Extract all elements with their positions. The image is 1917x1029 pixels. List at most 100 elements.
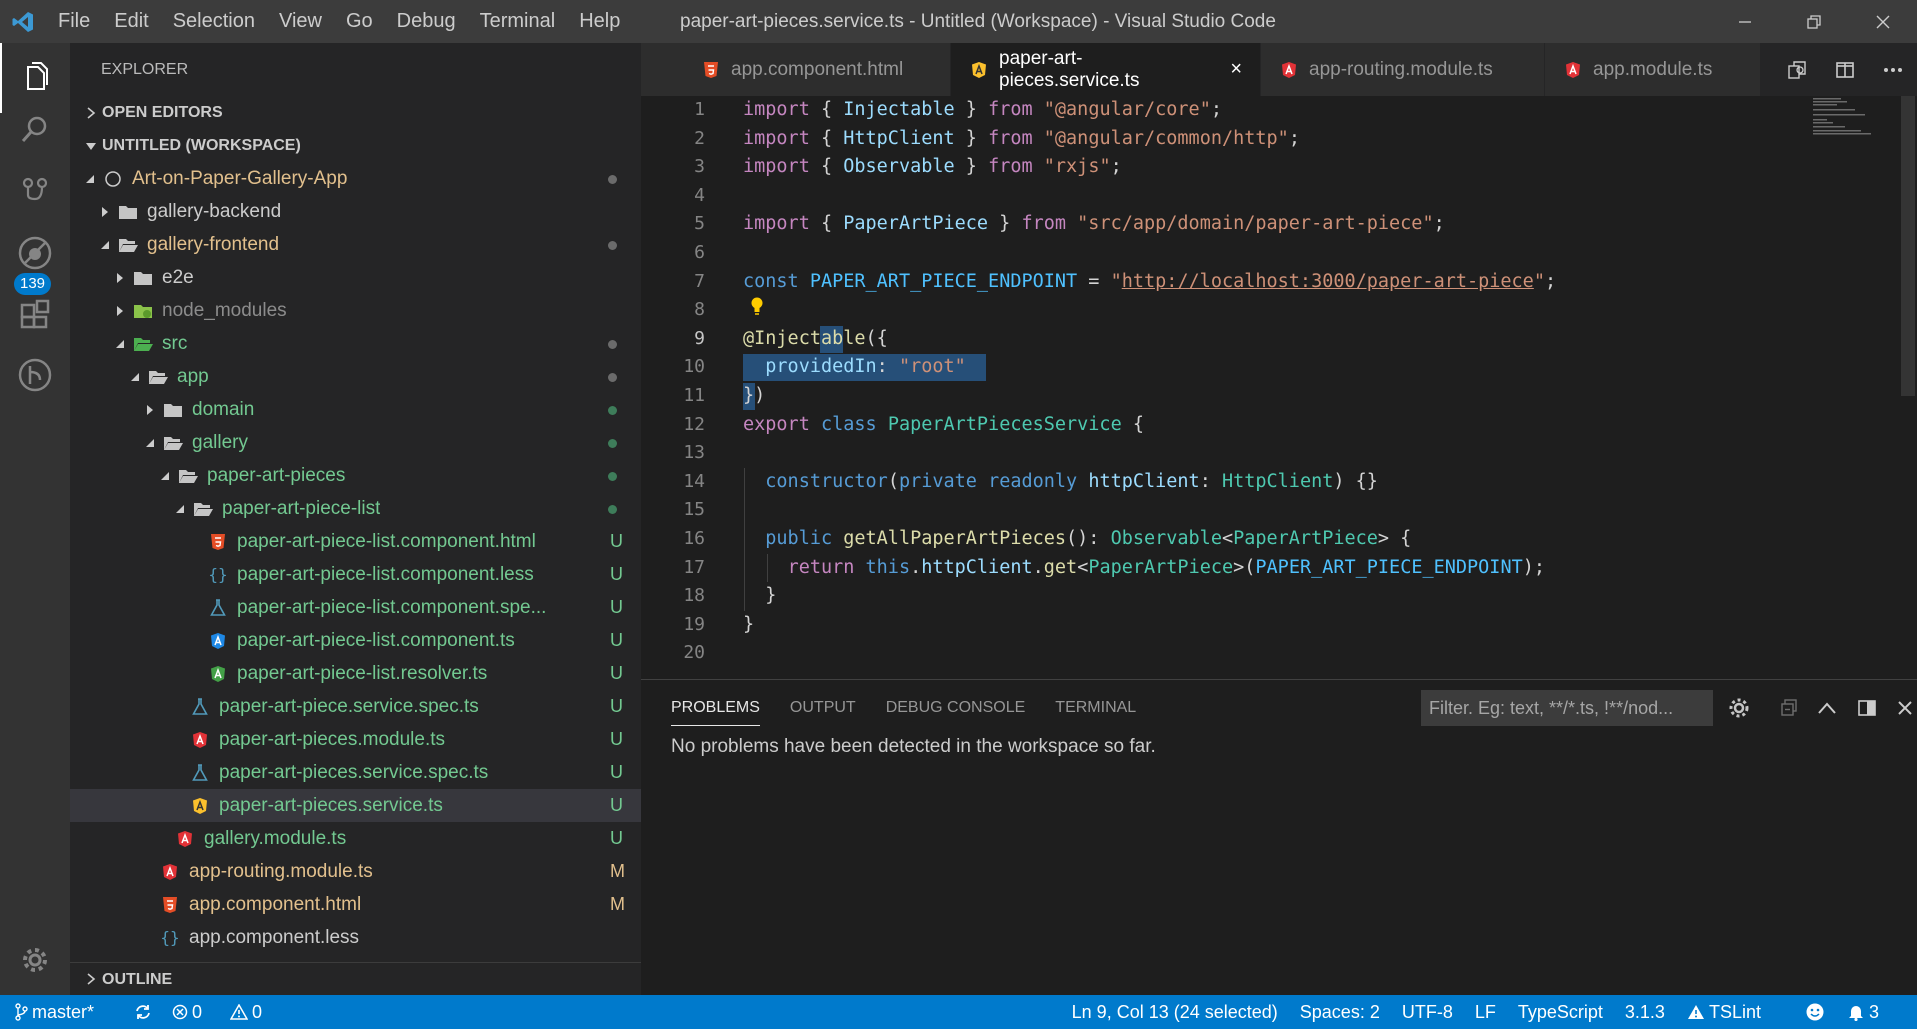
close-window-button[interactable] bbox=[1848, 0, 1917, 43]
menu-go[interactable]: Go bbox=[334, 0, 385, 43]
tab-app-routing-module[interactable]: app-routing.module.ts bbox=[1261, 43, 1545, 96]
tab-app-module[interactable]: app.module.ts bbox=[1545, 43, 1761, 96]
tree-item-folder[interactable]: app bbox=[70, 360, 641, 393]
git-status: U bbox=[610, 597, 623, 617]
tree-item-root-folder[interactable]: Art-on-Paper-Gallery-App bbox=[70, 162, 641, 195]
open-editors-section[interactable]: OPEN EDITORS bbox=[70, 96, 641, 129]
end-of-line[interactable]: LF bbox=[1475, 1002, 1496, 1023]
tree-item-folder[interactable]: domain bbox=[70, 393, 641, 426]
menu-file[interactable]: File bbox=[46, 0, 102, 43]
feedback-smiley-icon[interactable] bbox=[1805, 1002, 1825, 1022]
tree-item-file[interactable]: paper-art-pieces.service.spec.ts U bbox=[70, 756, 641, 789]
cursor-position[interactable]: Ln 9, Col 13 (24 selected) bbox=[1072, 1002, 1278, 1023]
tree-item-file[interactable]: paper-art-piece.service.spec.ts U bbox=[70, 690, 641, 723]
settings-gear-icon[interactable] bbox=[0, 925, 70, 995]
close-panel-icon[interactable] bbox=[1887, 690, 1917, 726]
lightbulb-icon[interactable] bbox=[749, 296, 765, 326]
code-editor[interactable]: 1 2 3 4 5 6 7 8 9 10 11 12 13 14 15 16 1… bbox=[641, 96, 1917, 679]
tree-item-file[interactable]: app.component.html M bbox=[70, 888, 641, 921]
tree-item-file[interactable]: paper-art-piece-list.component.ts U bbox=[70, 624, 641, 657]
tree-item-file[interactable]: paper-art-piece-list.resolver.ts U bbox=[70, 657, 641, 690]
search-icon[interactable] bbox=[0, 95, 70, 165]
tree-item-file[interactable]: {} app.component.less bbox=[70, 921, 641, 954]
warning-count: 0 bbox=[252, 1001, 263, 1022]
tree-item-file[interactable]: paper-art-pieces.module.ts U bbox=[70, 723, 641, 756]
branch-indicator[interactable]: master* bbox=[14, 1002, 114, 1023]
typescript-version[interactable]: 3.1.3 bbox=[1625, 1002, 1665, 1023]
angular-module-icon bbox=[174, 828, 196, 850]
editor-scrollbar[interactable] bbox=[1899, 96, 1917, 679]
tree-item-label: paper-art-pieces.service.spec.ts bbox=[219, 761, 489, 783]
menu-view[interactable]: View bbox=[267, 0, 334, 43]
tab-problems[interactable]: PROBLEMS bbox=[671, 680, 760, 736]
notifications-indicator[interactable]: 3 bbox=[1847, 1002, 1901, 1023]
language-mode[interactable]: TypeScript bbox=[1518, 1002, 1603, 1023]
workspace-label: UNTITLED (WORKSPACE) bbox=[102, 137, 301, 154]
menu-help[interactable]: Help bbox=[567, 0, 632, 43]
expanded-arrow-icon bbox=[127, 372, 143, 382]
code-line: constructor(private readonly httpClient:… bbox=[765, 470, 1378, 492]
tree-item-folder[interactable]: gallery-backend bbox=[70, 195, 641, 228]
tree-item-file[interactable]: gallery.module.ts U bbox=[70, 822, 641, 855]
tree-item-folder[interactable]: node_modules bbox=[70, 294, 641, 327]
tree-item-file[interactable]: {} paper-art-piece-list.component.less U bbox=[70, 558, 641, 591]
gitlens-icon[interactable] bbox=[0, 340, 70, 410]
git-status: M bbox=[610, 861, 625, 881]
filter-settings-icon[interactable] bbox=[1721, 690, 1757, 726]
tree-item-folder[interactable]: gallery-frontend bbox=[70, 228, 641, 261]
tree-item-folder[interactable]: paper-art-piece-list bbox=[70, 492, 641, 525]
close-tab-icon[interactable]: × bbox=[1230, 58, 1242, 81]
more-actions-icon[interactable] bbox=[1869, 67, 1917, 73]
code-line: @Injectable({ bbox=[743, 327, 888, 349]
tree-item-file[interactable]: paper-art-piece-list.component.html U bbox=[70, 525, 641, 558]
tab-paper-art-pieces-service[interactable]: paper-art-pieces.service.ts × bbox=[951, 43, 1261, 96]
menu-edit[interactable]: Edit bbox=[102, 0, 160, 43]
tree-item-folder[interactable]: e2e bbox=[70, 261, 641, 294]
open-changes-icon[interactable] bbox=[1773, 60, 1821, 80]
line-number: 5 bbox=[694, 213, 705, 235]
restore-button[interactable] bbox=[1779, 0, 1848, 43]
tree-item-folder[interactable]: src bbox=[70, 327, 641, 360]
workspace-section[interactable]: UNTITLED (WORKSPACE) bbox=[70, 129, 641, 162]
tab-app-component-html[interactable]: app.component.html bbox=[641, 43, 951, 96]
menu-terminal[interactable]: Terminal bbox=[468, 0, 568, 43]
maximize-panel-icon[interactable] bbox=[1809, 690, 1845, 726]
html5-icon bbox=[703, 61, 719, 79]
root-folder-circle-icon bbox=[102, 168, 124, 190]
problems-indicator[interactable]: 0 0 bbox=[172, 1002, 282, 1023]
tab-terminal[interactable]: TERMINAL bbox=[1055, 680, 1136, 736]
tree-item-file[interactable]: paper-art-piece-list.component.spe... U bbox=[70, 591, 641, 624]
extensions-icon[interactable] bbox=[0, 279, 70, 349]
outline-section[interactable]: OUTLINE bbox=[70, 962, 641, 995]
tree-item-folder[interactable]: paper-art-pieces bbox=[70, 459, 641, 492]
window-controls bbox=[1710, 0, 1917, 43]
menu-debug[interactable]: Debug bbox=[385, 0, 468, 43]
tree-item-label: paper-art-pieces bbox=[207, 464, 346, 486]
minimap[interactable] bbox=[1813, 96, 1893, 156]
indentation[interactable]: Spaces: 2 bbox=[1300, 1002, 1380, 1023]
collapse-all-icon[interactable] bbox=[1771, 690, 1807, 726]
source-control-icon[interactable] bbox=[0, 157, 70, 227]
linter-indicator[interactable]: TSLint bbox=[1687, 1002, 1783, 1023]
encoding[interactable]: UTF-8 bbox=[1402, 1002, 1453, 1023]
branch-name: master* bbox=[32, 1001, 95, 1022]
warning-icon bbox=[230, 1004, 249, 1020]
angular-module-icon bbox=[1565, 61, 1581, 79]
tab-output[interactable]: OUTPUT bbox=[790, 680, 856, 736]
problems-filter-input[interactable]: Filter. Eg: text, **/*.ts, !**/nod... bbox=[1421, 690, 1713, 726]
tree-item-folder[interactable]: gallery bbox=[70, 426, 641, 459]
tree-item-file-selected[interactable]: paper-art-pieces.service.ts U bbox=[70, 789, 641, 822]
sync-icon[interactable] bbox=[134, 1003, 152, 1021]
chevron-down-icon bbox=[80, 141, 102, 151]
editor-actions bbox=[1773, 43, 1917, 96]
minimize-button[interactable] bbox=[1710, 0, 1779, 43]
toggle-panel-position-icon[interactable] bbox=[1849, 690, 1885, 726]
scrollbar-thumb[interactable] bbox=[1901, 96, 1915, 396]
tab-debug-console[interactable]: DEBUG CONSOLE bbox=[886, 680, 1026, 736]
tree-item-label: gallery-backend bbox=[147, 200, 282, 222]
tree-item-file[interactable]: app-routing.module.ts M bbox=[70, 855, 641, 888]
debug-icon[interactable] bbox=[0, 218, 70, 288]
menu-selection[interactable]: Selection bbox=[161, 0, 267, 43]
split-editor-icon[interactable] bbox=[1821, 60, 1869, 80]
code-line: const PAPER_ART_PIECE_ENDPOINT = "http:/… bbox=[743, 270, 1557, 292]
